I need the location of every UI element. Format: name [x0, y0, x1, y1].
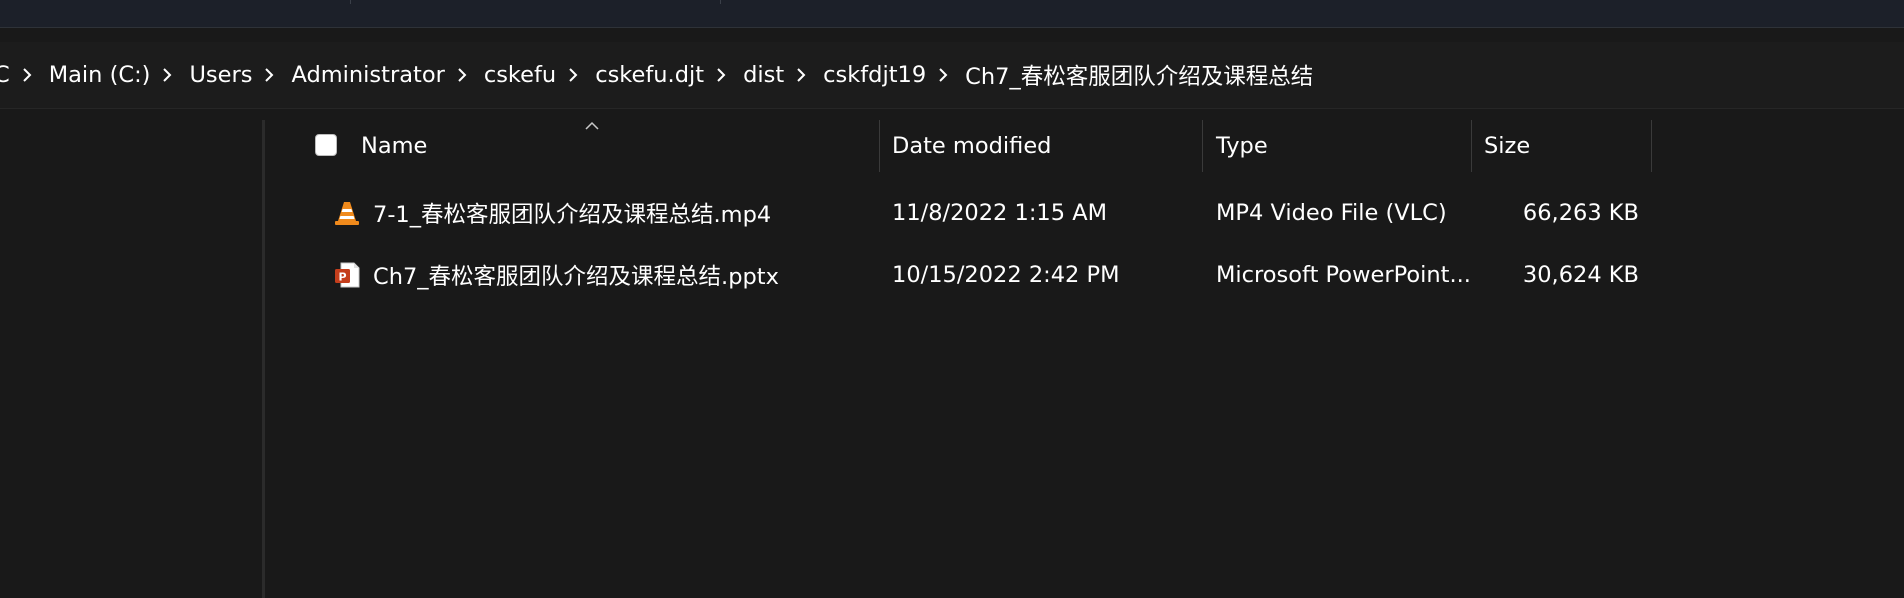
- column-header-size[interactable]: Size: [1484, 120, 1530, 172]
- breadcrumb-item-cskefu[interactable]: cskefu: [484, 62, 556, 88]
- column-header-name[interactable]: Name: [361, 120, 427, 172]
- column-headers: Name Date modified Type Size: [265, 120, 1665, 172]
- column-separator[interactable]: [1651, 120, 1652, 172]
- breadcrumb-item-main-drive[interactable]: Main (C:): [49, 62, 151, 88]
- powerpoint-file-icon: P: [333, 261, 361, 289]
- column-separator[interactable]: [879, 120, 880, 172]
- file-date-modified: 11/8/2022 1:15 AM: [892, 200, 1108, 226]
- chevron-right-icon[interactable]: [938, 63, 951, 87]
- breadcrumb-item-current-folder[interactable]: Ch7_春松客服团队介绍及课程总结: [965, 59, 1313, 91]
- chevron-right-icon[interactable]: [796, 63, 809, 87]
- tab-divider: [720, 0, 721, 4]
- vlc-cone-icon: [333, 199, 361, 227]
- chevron-right-icon[interactable]: [22, 63, 35, 87]
- file-name[interactable]: 7-1_春松客服团队介绍及课程总结.mp4: [373, 185, 771, 241]
- column-header-date-modified[interactable]: Date modified: [892, 120, 1051, 172]
- address-bar[interactable]: C Main (C:) Users Administrator cskefu c…: [0, 42, 1904, 109]
- file-size: 66,263 KB: [1522, 200, 1639, 226]
- breadcrumb-item-administrator[interactable]: Administrator: [291, 62, 444, 88]
- tab-divider: [350, 0, 351, 4]
- column-separator[interactable]: [1471, 120, 1472, 172]
- breadcrumb-item-this-pc[interactable]: C: [0, 62, 10, 88]
- column-header-type[interactable]: Type: [1216, 120, 1268, 172]
- chevron-right-icon[interactable]: [264, 63, 277, 87]
- file-date-modified: 10/15/2022 2:42 PM: [892, 262, 1120, 288]
- file-row[interactable]: P Ch7_春松客服团队介绍及课程总结.pptx 10/15/2022 2:42…: [265, 247, 1665, 303]
- title-bar-border: [0, 27, 1904, 28]
- title-bar: [0, 0, 1904, 28]
- breadcrumb-item-cskefu-djt[interactable]: cskefu.djt: [595, 62, 704, 88]
- file-row[interactable]: 7-1_春松客服团队介绍及课程总结.mp4 11/8/2022 1:15 AM …: [265, 185, 1665, 241]
- chevron-right-icon[interactable]: [716, 63, 729, 87]
- file-type: Microsoft PowerPoint...: [1216, 262, 1471, 288]
- breadcrumb-item-dist[interactable]: dist: [743, 62, 784, 88]
- file-type: MP4 Video File (VLC): [1216, 200, 1447, 226]
- navigation-pane[interactable]: [0, 109, 262, 598]
- sort-ascending-icon: [585, 116, 599, 135]
- chevron-right-icon[interactable]: [457, 63, 470, 87]
- breadcrumb-item-cskfdjt19[interactable]: cskfdjt19: [823, 62, 926, 88]
- select-all-checkbox[interactable]: [315, 134, 337, 156]
- file-size: 30,624 KB: [1522, 262, 1639, 288]
- breadcrumb: C Main (C:) Users Administrator cskefu c…: [0, 42, 1313, 108]
- chevron-right-icon[interactable]: [162, 63, 175, 87]
- chevron-right-icon[interactable]: [568, 63, 581, 87]
- svg-text:P: P: [338, 271, 346, 284]
- breadcrumb-item-users[interactable]: Users: [189, 62, 252, 88]
- column-separator[interactable]: [1202, 120, 1203, 172]
- file-name[interactable]: Ch7_春松客服团队介绍及课程总结.pptx: [373, 247, 779, 303]
